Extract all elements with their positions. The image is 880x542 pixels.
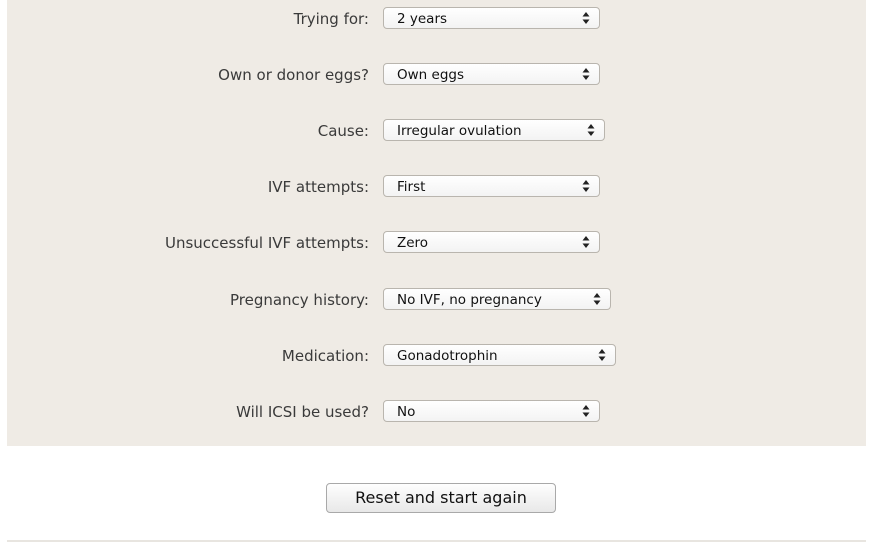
own-or-donor-eggs-select[interactable]: Own eggs — [383, 63, 600, 85]
field-unsuccessful-ivf-attempts: Unsuccessful IVF attempts: Zero — [7, 231, 866, 255]
up-down-arrows-icon — [582, 405, 590, 417]
select-value: 2 years — [397, 11, 448, 27]
trying-for-select[interactable]: 2 years — [383, 7, 600, 29]
field-pregnancy-history: Pregnancy history: No IVF, no pregnancy — [7, 288, 866, 312]
select-value: Gonadotrophin — [397, 348, 498, 364]
field-ivf-attempts: IVF attempts: First — [7, 175, 866, 199]
select-value: First — [397, 179, 426, 195]
field-label: Own or donor eggs? — [218, 66, 369, 84]
ivf-attempts-select[interactable]: First — [383, 175, 600, 197]
field-medication: Medication: Gonadotrophin — [7, 344, 866, 368]
up-down-arrows-icon — [582, 180, 590, 192]
field-cause: Cause: Irregular ovulation — [7, 119, 866, 143]
select-value: Own eggs — [397, 67, 464, 83]
cause-select[interactable]: Irregular ovulation — [383, 119, 605, 141]
select-value: No — [397, 404, 416, 420]
field-own-or-donor-eggs: Own or donor eggs? Own eggs — [7, 63, 866, 87]
up-down-arrows-icon — [582, 236, 590, 248]
medication-select[interactable]: Gonadotrophin — [383, 344, 616, 366]
up-down-arrows-icon — [593, 293, 601, 305]
up-down-arrows-icon — [598, 349, 606, 361]
will-icsi-be-used-select[interactable]: No — [383, 400, 600, 422]
field-label: Medication: — [281, 347, 369, 365]
reset-button[interactable]: Reset and start again — [326, 483, 556, 513]
pregnancy-history-select[interactable]: No IVF, no pregnancy — [383, 288, 611, 310]
field-trying-for: Trying for: 2 years — [7, 7, 866, 31]
field-label: Trying for: — [293, 10, 369, 28]
select-value: No IVF, no pregnancy — [397, 292, 542, 308]
up-down-arrows-icon — [582, 12, 590, 24]
unsuccessful-ivf-attempts-select[interactable]: Zero — [383, 231, 600, 253]
select-value: Irregular ovulation — [397, 123, 522, 139]
up-down-arrows-icon — [587, 124, 595, 136]
select-value: Zero — [397, 235, 429, 251]
field-will-icsi-be-used: Will ICSI be used? No — [7, 400, 866, 424]
field-label: Unsuccessful IVF attempts: — [164, 234, 369, 252]
field-label: Will ICSI be used? — [236, 403, 369, 421]
form-panel: Trying for: 2 years Own or donor eggs? O… — [7, 0, 866, 446]
field-label: Cause: — [317, 122, 369, 140]
field-label: IVF attempts: — [267, 178, 369, 196]
field-label: Pregnancy history: — [229, 291, 369, 309]
up-down-arrows-icon — [582, 68, 590, 80]
